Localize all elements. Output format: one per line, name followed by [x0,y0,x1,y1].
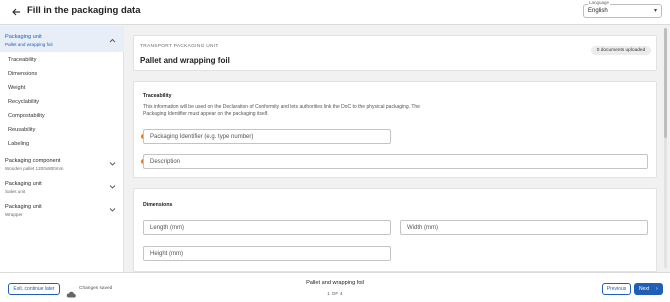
sidebar-group-wrapper[interactable]: Packaging unit Wrapper [0,200,124,222]
page-title: Fill in the packaging data [27,5,141,16]
sidebar-group-subtitle: Wrapper [5,212,23,217]
sidebar-group-subtitle: Pallet and wrapping foil [5,42,53,47]
field-placeholder: Description [150,159,181,165]
length-field[interactable]: Length (mm) [143,220,391,235]
section-description: This information will be used on the Dec… [143,104,420,117]
traceability-card: Traceability This information will be us… [133,81,657,178]
field-placeholder: Packaging Identifier (e.g. type number) [150,134,254,140]
language-value: English [588,8,608,14]
language-select[interactable]: Language English ▾ [583,0,662,18]
sidebar-group-subtitle: Wooden pallet 1200x800mm [5,166,64,171]
sidebar-item-labeling[interactable]: Labeling [8,141,29,147]
previous-button[interactable]: Previous [602,283,631,295]
sidebar-group-pallet[interactable]: Packaging unit Pallet and wrapping foil [0,26,124,52]
unit-header-card: TRANSPORT PACKAGING UNIT Pallet and wrap… [133,35,657,71]
section-title: Dimensions [143,202,173,208]
field-placeholder: Height (mm) [150,251,184,257]
section-title: Traceability [143,93,172,99]
sidebar-item-recyclability[interactable]: Recyclability [8,99,39,105]
scrollbar-thumb[interactable] [664,28,667,138]
chevron-right-icon: › [656,286,658,292]
description-field[interactable]: Description [143,154,648,169]
next-button-label: Next [639,286,650,292]
height-field[interactable]: Height (mm) [143,246,391,261]
width-field[interactable]: Width (mm) [400,220,648,235]
caret-down-icon: ▾ [653,8,657,14]
chevron-up-icon [109,38,116,45]
scrollbar[interactable] [664,28,667,268]
unit-title: Pallet and wrapping foil [140,56,230,65]
sidebar-group-title: Packaging unit [5,204,42,210]
sidebar-item-compostability[interactable]: Compostability [8,113,45,119]
unit-type-label: TRANSPORT PACKAGING UNIT [140,44,219,49]
packaging-identifier-field[interactable]: Packaging Identifier (e.g. type number) [143,129,391,144]
sidebar-item-weight[interactable]: Weight [8,85,25,91]
documents-badge[interactable]: 0 documents uploaded [591,46,651,55]
sidebar-group-title: Packaging unit [5,34,42,40]
sidebar-group-component[interactable]: Packaging component Wooden pallet 1200x8… [0,154,124,176]
footer-bar: Exit, continue later Changes saved Palle… [0,272,670,302]
sidebar-item-dimensions[interactable]: Dimensions [8,71,37,77]
next-button[interactable]: Next › [634,283,663,295]
chevron-down-icon [109,207,116,214]
sidebar-group-subtitle: Sales unit [5,189,26,194]
sidebar-group-sales[interactable]: Packaging unit Sales unit [0,177,124,199]
dimensions-card: Dimensions Length (mm) Width (mm) Height… [133,188,657,272]
current-unit-title: Pallet and wrapping foil [306,280,364,286]
sidebar-item-reusability[interactable]: Reusability [8,127,35,133]
sidebar-item-traceability[interactable]: Traceability [8,57,36,63]
chevron-down-icon [109,184,116,191]
chevron-down-icon [109,161,116,168]
app-header: Fill in the packaging data Language Engl… [0,0,670,25]
sidebar-group-title: Packaging component [5,158,61,164]
field-placeholder: Width (mm) [407,225,438,231]
sidebar: Packaging unit Pallet and wrapping foil … [0,26,124,272]
field-placeholder: Length (mm) [150,225,185,231]
sidebar-group-title: Packaging unit [5,181,42,187]
language-label: Language [588,0,611,6]
unit-pagination: 1 OF 4 [327,291,343,296]
arrow-left-icon[interactable] [10,6,22,18]
